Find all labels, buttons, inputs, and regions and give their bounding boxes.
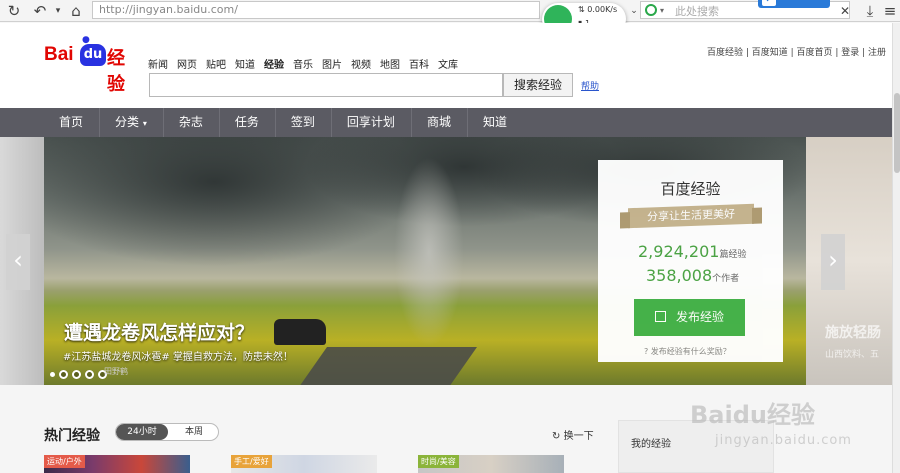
- refresh-icon: ↻: [552, 431, 561, 442]
- banner-dot[interactable]: [59, 370, 68, 379]
- menu-zhidao[interactable]: 知道: [466, 108, 523, 137]
- hot-item-thumbnail[interactable]: 手工/爱好: [231, 455, 377, 473]
- hot-tabs: 24小时 本周: [115, 423, 219, 441]
- search-engine-icon: [645, 4, 657, 16]
- refresh-link[interactable]: ↻ 换一下: [552, 427, 594, 442]
- banner-dot[interactable]: [72, 370, 81, 379]
- experience-count: 2,924,201篇经验: [638, 242, 747, 261]
- nav-baike[interactable]: 百科: [409, 60, 429, 71]
- back-arrow-icon[interactable]: ↶: [30, 1, 50, 21]
- card-title: 百度经验: [660, 180, 721, 198]
- nav-wenku[interactable]: 文库: [438, 60, 458, 71]
- banner-dot[interactable]: [85, 370, 94, 379]
- help-link[interactable]: 帮助: [581, 79, 599, 92]
- nav-images[interactable]: 图片: [322, 60, 342, 71]
- menu-tasks[interactable]: 任务: [218, 108, 275, 137]
- nav-news[interactable]: 新闻: [148, 60, 168, 71]
- menu-magazine[interactable]: 杂志: [162, 108, 219, 137]
- banner-credit: 田野鹤: [104, 367, 128, 376]
- banner-title[interactable]: 遭遇龙卷风怎样应对？: [64, 318, 254, 345]
- author-count: 358,008个作者: [646, 266, 740, 285]
- road: [284, 347, 478, 385]
- category-tag: 时尚/美容: [418, 455, 459, 468]
- wifi-speed: ⇅ 0.00K/s: [578, 5, 618, 14]
- nav-zhidao[interactable]: 知道: [235, 60, 255, 71]
- menu-home[interactable]: 首页: [44, 108, 99, 137]
- next-slide-subtitle: 山西饮料、五: [825, 350, 880, 360]
- edit-icon: [654, 311, 666, 322]
- browser-extension-button[interactable]: ✓: [758, 0, 830, 8]
- watermark-url: jingyan.baidu.com: [715, 433, 852, 448]
- menu-reward-plan[interactable]: 回享计划: [330, 108, 411, 137]
- tab-24h[interactable]: 24小时: [116, 424, 168, 440]
- search-engine-dropdown-icon[interactable]: ▾: [660, 6, 664, 15]
- chevron-right-icon[interactable]: ›: [821, 234, 845, 290]
- main-menu: 首页 分类 ▾ 杂志 任务 签到 回享计划 商城 知道: [44, 108, 523, 137]
- scrollbar-thumb[interactable]: [894, 93, 900, 173]
- vertical-scrollbar[interactable]: [892, 23, 900, 473]
- nav-video[interactable]: 视频: [351, 60, 371, 71]
- publish-button[interactable]: 发布经验: [634, 299, 745, 336]
- nav-map[interactable]: 地图: [380, 60, 400, 71]
- download-icon[interactable]: ⤓: [860, 1, 880, 21]
- menu-mall[interactable]: 商城: [410, 108, 467, 137]
- nav-jingyan[interactable]: 经验: [264, 60, 284, 71]
- banner-dot[interactable]: [50, 372, 55, 377]
- product-nav: 新闻 网页 贴吧 知道 经验 音乐 图片 视频 地图 百科 文库: [148, 56, 467, 71]
- nav-web[interactable]: 网页: [177, 60, 197, 71]
- category-tag: 运动/户外: [44, 455, 85, 468]
- menu-signin[interactable]: 签到: [274, 108, 331, 137]
- search-input[interactable]: [149, 73, 503, 97]
- banner-subtitle[interactable]: #江苏盐城龙卷风冰雹# 掌握自救方法，防患未然！: [63, 348, 293, 363]
- search-button[interactable]: 搜索经验: [503, 73, 573, 97]
- top-links[interactable]: 百度经验 | 百度知道 | 百度首页 | 登录 | 注册: [707, 45, 886, 58]
- hot-item-thumbnail[interactable]: 运动/户外: [44, 455, 190, 473]
- home-icon[interactable]: ⌂: [66, 1, 86, 21]
- close-icon[interactable]: ✕: [835, 1, 855, 21]
- refresh-icon[interactable]: ↻: [4, 1, 24, 21]
- back-dropdown-icon[interactable]: ▾: [48, 1, 68, 21]
- stats-card: 百度经验 分享让生活更美好 2,924,201篇经验 358,008个作者 发布…: [598, 160, 783, 362]
- slogan-ribbon: 分享让生活更美好: [628, 203, 754, 229]
- nav-tieba[interactable]: 贴吧: [206, 60, 226, 71]
- chevron-down-icon: ▾: [142, 119, 147, 128]
- address-bar[interactable]: http://jingyan.baidu.com/: [92, 1, 540, 19]
- my-experience-title: 我的经验: [631, 439, 671, 450]
- category-tag: 手工/爱好: [231, 455, 272, 468]
- chevron-left-icon[interactable]: ‹: [6, 234, 30, 290]
- next-slide-title: 施放轻肠: [825, 325, 881, 341]
- banner-dots: [50, 370, 107, 379]
- hot-title: 热门经验: [44, 428, 100, 444]
- search-placeholder: 此处搜索: [675, 5, 719, 18]
- menu-category[interactable]: 分类 ▾: [99, 108, 163, 137]
- extension-icon: ✓: [762, 0, 776, 6]
- car: [274, 319, 326, 345]
- baidu-watermark: Baidu经验: [690, 401, 815, 429]
- question-icon: ?: [644, 347, 649, 356]
- tab-week[interactable]: 本周: [170, 424, 218, 440]
- hamburger-menu-icon[interactable]: ≡: [880, 1, 900, 21]
- hot-item-thumbnail[interactable]: 时尚/美容: [418, 455, 564, 473]
- nav-music[interactable]: 音乐: [293, 60, 313, 71]
- reward-link[interactable]: ? 发布经验有什么奖励？: [644, 346, 731, 357]
